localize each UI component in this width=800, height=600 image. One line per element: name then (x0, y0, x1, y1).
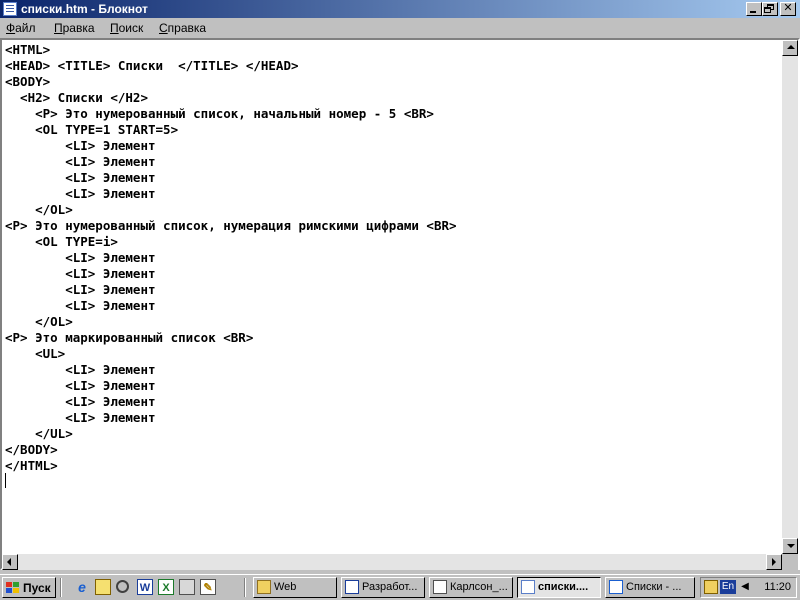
text-line: <LI> Элемент (65, 138, 156, 153)
text-line: <LI> Элемент (65, 394, 156, 409)
ie-icon[interactable]: e (74, 579, 90, 595)
task-label: Карлсон_... (450, 581, 508, 593)
text-line: <OL TYPE=i> (35, 234, 118, 249)
text-editor[interactable]: <HTML> <HEAD> <TITLE> Списки </TITLE> </… (2, 40, 782, 554)
excel-icon[interactable]: X (158, 579, 174, 595)
word-icon[interactable]: W (137, 579, 153, 595)
draw-icon[interactable]: ✎ (200, 579, 216, 595)
text-line: <LI> Элемент (65, 266, 156, 281)
text-line: </OL> (35, 202, 73, 217)
text-line: </HTML> (5, 458, 58, 473)
text-line: </BODY> (5, 442, 58, 457)
scrollbar-corner (782, 554, 798, 570)
text-line: <HTML> (5, 42, 51, 57)
windows-logo-icon (6, 582, 20, 594)
text-line: </OL> (35, 314, 73, 329)
system-tray: En ◀ 11:20 (700, 577, 797, 598)
text-line: <LI> Элемент (65, 410, 156, 425)
task-label: Web (274, 581, 297, 593)
menu-edit[interactable]: Правка (54, 21, 95, 35)
browser-icon (609, 580, 623, 594)
printer-icon[interactable] (179, 579, 195, 595)
text-line: </UL> (35, 426, 73, 441)
word-icon (345, 580, 359, 594)
task-label: Разработ... (362, 581, 418, 593)
taskbar: Пуск e W X ✎ Web Разработ... Карлсон_...… (0, 574, 800, 600)
minimize-icon (750, 11, 756, 13)
task-button-word[interactable]: Разработ... (341, 577, 425, 598)
vertical-scrollbar[interactable] (782, 40, 798, 554)
window-title: списки.htm - Блокнот (21, 2, 148, 16)
title-bar[interactable]: списки.htm - Блокнот ✕ (0, 0, 800, 18)
arrow-down-icon (787, 544, 795, 548)
text-line: <LI> Элемент (65, 250, 156, 265)
text-line: <LI> Элемент (65, 298, 156, 313)
horizontal-scrollbar[interactable] (2, 554, 782, 570)
folder-icon (257, 580, 271, 594)
editor-frame: <HTML> <HEAD> <TITLE> Списки </TITLE> </… (0, 38, 800, 570)
task-button-web[interactable]: Web (253, 577, 337, 598)
text-line: <UL> (35, 346, 66, 361)
text-line: <P> Это нумерованный список, начальный н… (35, 106, 434, 121)
text-caret (5, 473, 6, 488)
restore-button[interactable] (762, 2, 778, 16)
task-button-browser[interactable]: Списки - ... (605, 577, 695, 598)
text-line: <LI> Элемент (65, 362, 156, 377)
text-line: <LI> Элемент (65, 154, 156, 169)
separator (244, 578, 246, 597)
text-line: <BODY> (5, 74, 51, 89)
task-button-notepad[interactable]: списки.... (517, 577, 601, 598)
text-line: <LI> Элемент (65, 282, 156, 297)
scroll-left-button[interactable] (2, 554, 18, 570)
arrow-right-icon (772, 558, 776, 566)
arrow-left-icon (7, 558, 11, 566)
scroll-right-button[interactable] (766, 554, 782, 570)
scroll-down-button[interactable] (782, 538, 798, 554)
task-label: списки.... (538, 581, 589, 593)
scroll-up-button[interactable] (782, 40, 798, 56)
task-button-paint[interactable]: Карлсон_... (429, 577, 513, 598)
start-button[interactable]: Пуск (2, 577, 56, 598)
menu-file[interactable]: Файл (6, 21, 36, 35)
start-label: Пуск (23, 581, 51, 595)
clock[interactable]: 11:20 (764, 581, 791, 593)
text-line: <LI> Элемент (65, 186, 156, 201)
text-line: <HEAD> <TITLE> Списки </TITLE> </HEAD> (5, 58, 299, 73)
menu-help[interactable]: Справка (159, 21, 206, 35)
menu-search[interactable]: Поиск (110, 21, 143, 35)
outlook-icon[interactable] (95, 579, 111, 595)
separator (60, 578, 62, 597)
arrow-up-icon (787, 45, 795, 49)
document-text[interactable]: <HTML> <HEAD> <TITLE> Списки </TITLE> </… (2, 40, 782, 474)
task-label: Списки - ... (626, 581, 682, 593)
text-line: <P> Это маркированный список <BR> (5, 330, 254, 345)
language-indicator[interactable]: En (720, 580, 736, 594)
close-button[interactable]: ✕ (780, 2, 796, 16)
text-line: <LI> Элемент (65, 378, 156, 393)
text-line: <LI> Элемент (65, 170, 156, 185)
volume-icon[interactable]: ◀ (738, 580, 752, 594)
text-line: <P> Это нумерованный список, нумерация р… (5, 218, 457, 233)
text-line: <OL TYPE=1 START=5> (35, 122, 179, 137)
minimize-button[interactable] (746, 2, 762, 16)
menu-bar: Файл Правка Поиск Справка (0, 18, 800, 38)
notepad-icon[interactable] (3, 2, 17, 16)
close-icon: ✕ (783, 1, 793, 14)
notepad-icon (521, 580, 535, 594)
text-line: <H2> Списки </H2> (20, 90, 148, 105)
network-icon[interactable] (704, 580, 718, 594)
search-icon[interactable] (116, 580, 129, 593)
paint-icon (433, 580, 447, 594)
